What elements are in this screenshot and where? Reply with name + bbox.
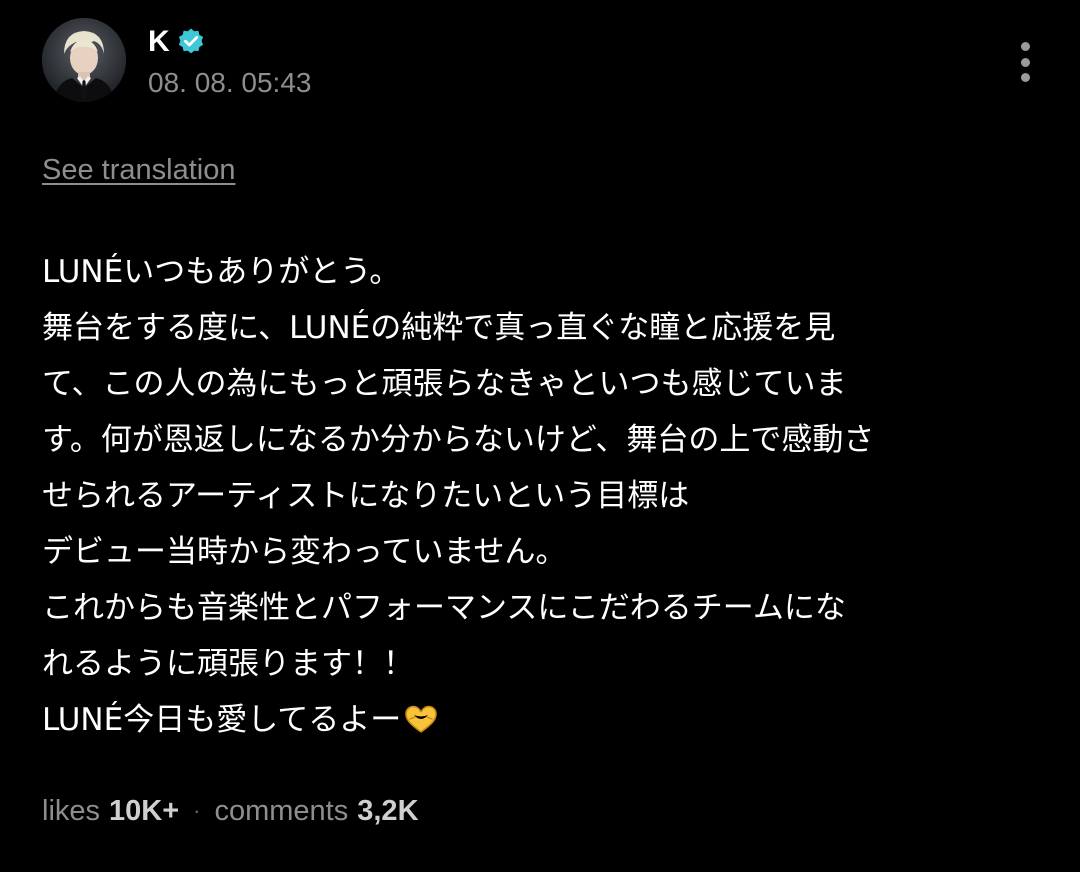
verified-badge-icon (178, 28, 203, 54)
post-text-line: れるように頑張ります！！ (42, 646, 414, 682)
post-text-line-content: LUNÉ今日も愛してるよー (42, 702, 402, 738)
avatar[interactable] (42, 18, 126, 102)
post-text-line: LUNÉいつもありがとう。 (42, 254, 401, 290)
post-body: LUNÉいつもありがとう。 舞台をする度に、LUNÉの純粋で真っ直ぐな瞳と応援を… (42, 244, 1042, 748)
comments-count[interactable]: 3,2K (357, 792, 418, 830)
post-timestamp: 08. 08. 05:43 (148, 67, 312, 98)
post-text-line: これからも音楽性とパフォーマンスにこだわるチームにな (42, 590, 846, 626)
stats-separator: · (193, 798, 201, 823)
more-vertical-icon-dot (1020, 73, 1030, 82)
post-text-line: て、この人の為にもっと頑張らなきゃといつも感じていま (42, 366, 847, 402)
post-text-line-last: LUNÉ今日も愛してるよー (42, 692, 1042, 748)
post-stats: likes 10K+ · comments 3,2K (42, 792, 419, 830)
likes-count[interactable]: 10K+ (109, 792, 179, 830)
post-text-line: デビュー当時から変わっていません。 (42, 534, 567, 570)
comments-label[interactable]: comments (214, 792, 348, 830)
likes-label[interactable]: likes (42, 792, 100, 830)
post-text-line: せられるアーティストになりたいという目標は (42, 478, 690, 514)
more-options-button[interactable] (1008, 38, 1042, 86)
post-card: K 08. 08. 05:43 See translation LUNÉいつもあ… (0, 0, 1080, 872)
more-vertical-icon (1020, 42, 1030, 51)
avatar-photo-icon (42, 18, 126, 102)
see-translation-link[interactable]: See translation (42, 152, 235, 188)
post-text-line: す。何が恩返しになるか分からないけど、舞台の上で感動さ (42, 422, 875, 458)
heart-hands-emoji-icon (405, 705, 438, 733)
author-name[interactable]: K (148, 24, 170, 60)
post-text-line: 舞台をする度に、LUNÉの純粋で真っ直ぐな瞳と応援を見 (42, 310, 836, 346)
more-vertical-icon-dot (1020, 57, 1030, 67)
author-row: K (148, 24, 206, 60)
